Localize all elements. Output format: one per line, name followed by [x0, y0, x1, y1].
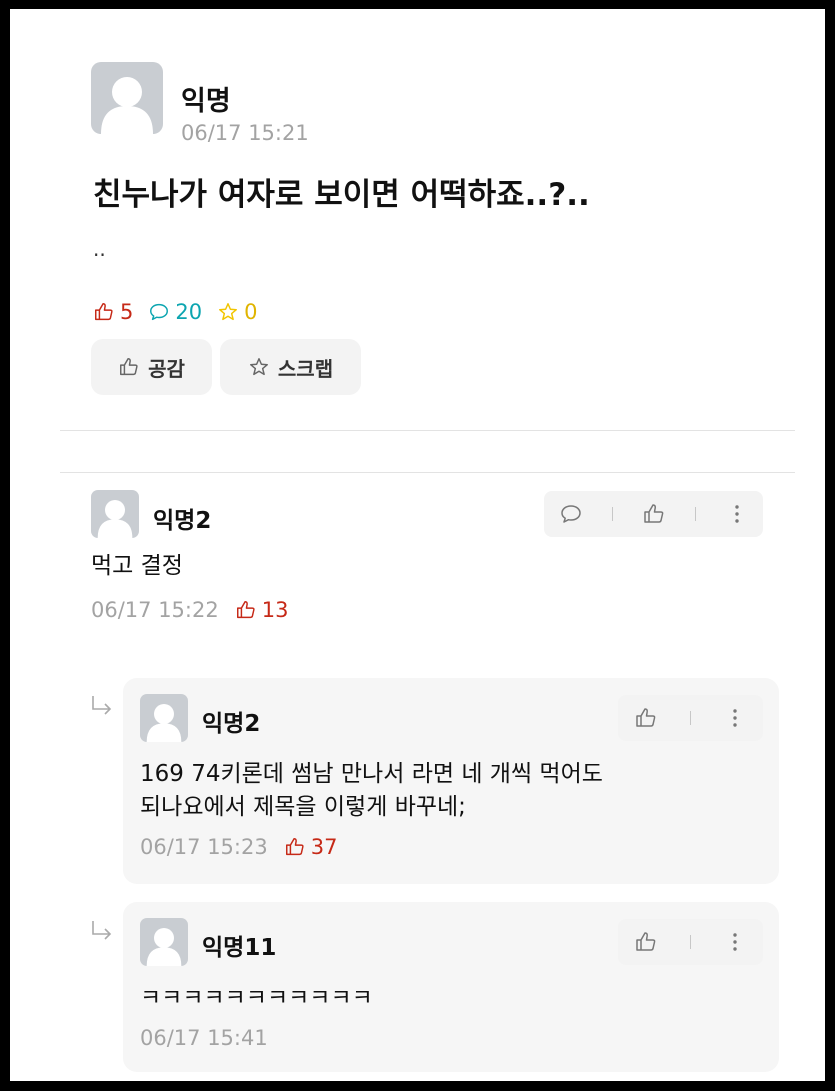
post-author-name: 익명 [181, 86, 231, 117]
speech-bubble-icon[interactable] [559, 502, 583, 526]
scrap-button-label: 스크랩 [277, 356, 334, 381]
divider [60, 472, 795, 473]
like-button-label: 공감 [148, 356, 185, 381]
comment-author-avatar[interactable] [91, 490, 139, 538]
comment-meta: 06/17 15:22 13 [91, 598, 288, 622]
post-timestamp: 06/17 15:21 [181, 121, 309, 145]
post-author-avatar[interactable] [91, 62, 163, 134]
reply-item: 익명2 169 74키론데 썸남 만나서 라면 네 개씩 먹어도 되나요에서 제… [123, 678, 779, 884]
reply-meta: 06/17 15:41 [140, 1026, 268, 1050]
scrap-button[interactable]: 스크랩 [220, 339, 361, 395]
avatar-placeholder-icon [101, 77, 153, 134]
thumbs-up-icon [95, 303, 113, 321]
comment-vote: 13 [235, 598, 289, 622]
thumbs-up-icon[interactable] [642, 502, 666, 526]
avatar-placeholder-icon [146, 928, 182, 966]
reply-meta: 06/17 15:23 37 [140, 835, 337, 859]
comment-timestamp: 06/17 15:22 [91, 598, 219, 622]
thumbs-up-icon [285, 838, 304, 856]
post-title: 친누나가 여자로 보이면 어떡하죠..?.. [93, 177, 590, 213]
like-button[interactable]: 공감 [91, 339, 212, 395]
reply-actions [618, 919, 763, 965]
more-vertical-icon[interactable] [723, 706, 747, 730]
comment-count: 20 [175, 300, 203, 324]
reply-text-line: 169 74키론데 썸남 만나서 라면 네 개씩 먹어도 [140, 761, 603, 787]
separator [611, 507, 613, 521]
reply-item: 익명11 ㅋㅋㅋㅋㅋㅋㅋㅋㅋㅋㅋ 06/17 15:41 [123, 902, 779, 1072]
thumbs-up-icon [236, 601, 255, 619]
reply-author-avatar[interactable] [140, 918, 188, 966]
reply-text: ㅋㅋㅋㅋㅋㅋㅋㅋㅋㅋㅋ [140, 985, 373, 1011]
comment-count-stat: 20 [148, 300, 202, 324]
post-body: .. [93, 237, 106, 261]
scrap-count-stat: 0 [217, 300, 257, 324]
more-vertical-icon[interactable] [723, 930, 747, 954]
thumbs-up-icon[interactable] [634, 706, 658, 730]
reply-timestamp: 06/17 15:41 [140, 1026, 268, 1050]
star-icon [249, 358, 268, 376]
reply-arrow-icon [92, 921, 112, 940]
reply-author-avatar[interactable] [140, 694, 188, 742]
reply-vote-count: 37 [310, 835, 338, 859]
reply-timestamp: 06/17 15:23 [140, 835, 268, 859]
avatar-placeholder-icon [97, 500, 133, 538]
divider [60, 430, 795, 431]
comment-author-name: 익명2 [153, 508, 212, 534]
separator [690, 935, 691, 949]
reply-text-line: 되나요에서 제목을 이렇게 바꾸네; [140, 794, 466, 820]
reply-arrow-icon [92, 696, 112, 715]
scrap-count: 0 [244, 300, 258, 324]
thumbs-up-icon[interactable] [634, 930, 658, 954]
more-vertical-icon[interactable] [725, 502, 749, 526]
like-count: 5 [120, 300, 134, 324]
speech-bubble-icon [150, 303, 169, 321]
star-icon [219, 303, 238, 321]
avatar-placeholder-icon [146, 704, 182, 742]
separator [694, 507, 696, 521]
comment-actions [544, 491, 763, 537]
reply-author-name: 익명2 [202, 711, 261, 737]
reply-actions [618, 695, 763, 741]
post-screen: 익명 06/17 15:21 친누나가 여자로 보이면 어떡하죠..?.. ..… [10, 9, 825, 1081]
reply-author-name: 익명11 [202, 935, 277, 961]
thumbs-up-icon [120, 358, 138, 376]
comment-vote-count: 13 [261, 598, 289, 622]
post-stats: 5 20 0 [93, 300, 272, 324]
reply-vote: 37 [284, 835, 338, 859]
like-count-stat: 5 [93, 300, 133, 324]
comment-text: 먹고 결정 [91, 553, 183, 579]
reply-text: 169 74키론데 썸남 만나서 라면 네 개씩 먹어도 되나요에서 제목을 이… [140, 758, 603, 824]
separator [690, 711, 691, 725]
